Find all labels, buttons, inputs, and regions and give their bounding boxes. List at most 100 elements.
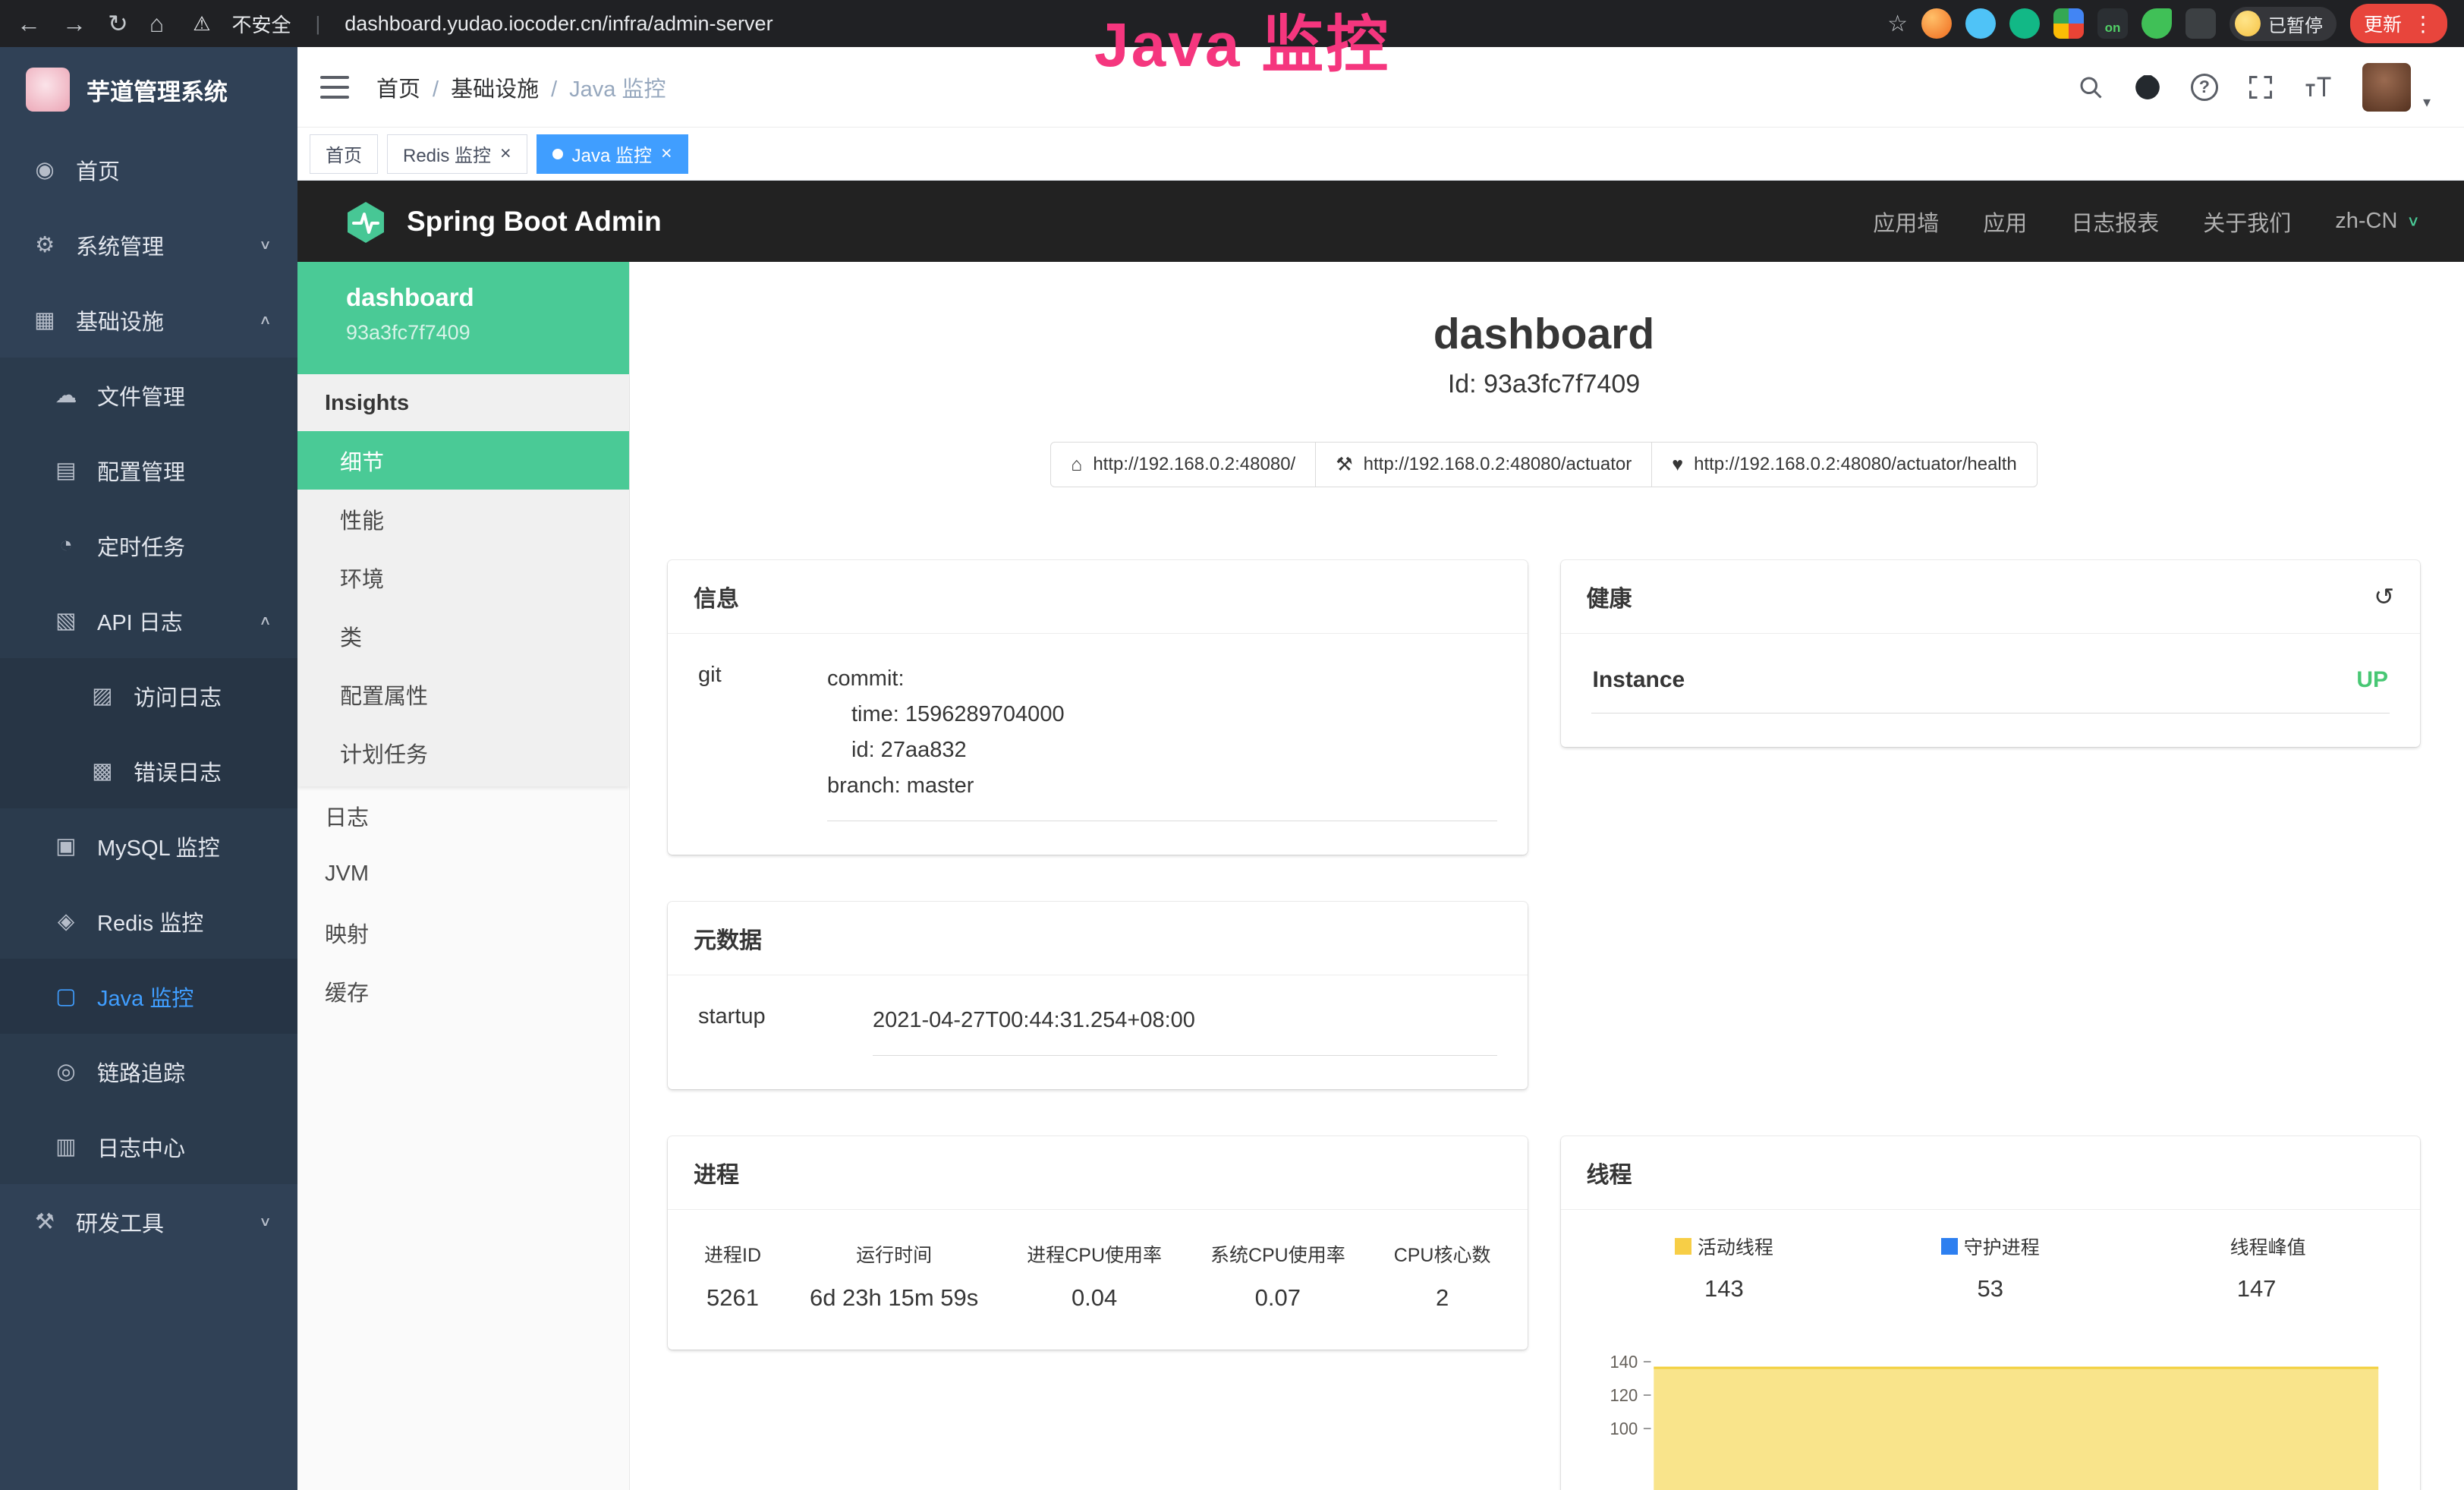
sba-sidebar-item[interactable]: 性能 — [297, 490, 629, 548]
browser-nav-controls: ← → ↻ ⌂ ⚠ 不安全 | dashboard.yudao.iocoder.… — [17, 9, 773, 38]
font-size-icon[interactable] — [2303, 74, 2333, 101]
view-tab[interactable]: Redis 监控 × — [387, 134, 527, 174]
extension-leaf-icon[interactable] — [2141, 8, 2172, 39]
view-tab[interactable]: 首页 — [310, 134, 378, 174]
info-card: 信息 git commit: — [668, 560, 1528, 855]
extension-green-icon[interactable] — [2009, 8, 2040, 39]
process-stat-value: 5261 — [704, 1284, 761, 1312]
instance-link-button[interactable]: ♥ http://192.168.0.2:48080/actuator/heal… — [1651, 442, 2038, 487]
history-icon[interactable]: ↺ — [2374, 582, 2394, 611]
menu-item-label: 访问日志 — [134, 680, 222, 712]
address-url[interactable]: dashboard.yudao.iocoder.cn/infra/admin-s… — [345, 12, 773, 36]
sba-sidebar-item[interactable]: 细节 — [297, 431, 629, 490]
instance-link-button[interactable]: ⌂ http://192.168.0.2:48080/ — [1050, 442, 1316, 487]
sba-sidebar-item[interactable]: 环境 — [297, 548, 629, 606]
info-value-line: commit: — [827, 661, 1497, 697]
process-card: 进程 进程ID 5261 — [668, 1136, 1528, 1350]
sba-sidebar-item[interactable]: 计划任务 — [297, 723, 629, 782]
extension-on-icon[interactable]: on — [2097, 8, 2128, 39]
help-icon[interactable]: ? — [2191, 74, 2218, 101]
view-tab[interactable]: Java 监控 × — [537, 134, 688, 174]
instance-link-button[interactable]: ⚒ http://192.168.0.2:48080/actuator — [1315, 442, 1652, 487]
metadata-card: 元数据 startup 2021-04-27T00:44:31.254+08:0… — [668, 902, 1528, 1089]
sba-body: dashboard 93a3fc7f7409 Insights 细节 性能 — [297, 262, 2464, 1490]
extension-puzzle-icon[interactable] — [2186, 8, 2216, 39]
search-icon[interactable] — [2077, 74, 2104, 101]
sidebar-menu-item[interactable]: ⚒ 研发工具 ∨ — [0, 1184, 297, 1259]
breadcrumb-item[interactable]: 基础设施 — [451, 71, 569, 103]
language-selector[interactable]: zh-CN ∨ — [2335, 209, 2420, 234]
extension-drop-icon[interactable] — [1965, 8, 1996, 39]
legend-value: 147 — [2208, 1275, 2306, 1303]
back-icon[interactable]: ← — [17, 10, 41, 38]
update-button[interactable]: 更新 ⋮ — [2350, 4, 2447, 43]
menu-item-label: 系统管理 — [76, 229, 164, 261]
avatar-caret-icon[interactable]: ▾ — [2423, 93, 2431, 112]
sidebar-menu-item[interactable]: ▣ MySQL 监控 — [0, 808, 297, 884]
instance-header[interactable]: dashboard 93a3fc7f7409 — [297, 262, 629, 374]
kebab-menu-icon[interactable]: ⋮ — [2412, 11, 2434, 36]
threads-chart: 140120100 — [1591, 1324, 2390, 1490]
sidebar-menu-item[interactable]: ▥ 日志中心 — [0, 1109, 297, 1184]
github-icon[interactable] — [2133, 73, 2162, 102]
sba-sidebar-item[interactable]: JVM — [297, 845, 629, 903]
sidebar-menu-item[interactable]: ◉ 首页 — [0, 132, 297, 207]
sidebar-menu-item[interactable]: ◎ 链路追踪 — [0, 1034, 297, 1109]
app-brand: 芋道管理系统 — [0, 47, 297, 132]
menu-item-icon: ◈ — [49, 908, 83, 934]
sba-sidebar: dashboard 93a3fc7f7409 Insights 细节 性能 — [297, 262, 630, 1490]
breadcrumb-item[interactable]: 首页 — [376, 71, 451, 103]
sidebar-menu-item[interactable]: ◔ 定时任务 — [0, 508, 297, 583]
bookmark-star-icon[interactable]: ☆ — [1887, 11, 1908, 37]
sba-nav-item[interactable]: 关于我们 — [2203, 206, 2291, 238]
menu-item-label: 基础设施 — [76, 304, 164, 336]
sidebar-menu-item[interactable]: ▤ 配置管理 — [0, 433, 297, 508]
hamburger-icon[interactable] — [320, 76, 349, 99]
sba-sidebar-item[interactable]: 缓存 — [297, 962, 629, 1020]
sidebar-menu-item[interactable]: ◈ Redis 监控 — [0, 884, 297, 959]
sba-content: dashboard Id: 93a3fc7f7409 ⌂ http://192.… — [630, 262, 2464, 1490]
breadcrumb-item[interactable]: Java 监控 — [569, 71, 666, 103]
menu-item-label: 链路追踪 — [97, 1056, 185, 1088]
link-label: http://192.168.0.2:48080/ — [1093, 454, 1295, 475]
app-shell: 芋道管理系统 ◉ 首页 ⚙ 系统管理 ∨ — [0, 47, 2464, 1490]
insights-section: Insights 细节 性能 环境 类 — [297, 374, 629, 786]
info-value: commit: time: 1596289704000 id: 27aa832 … — [827, 661, 1497, 821]
extension-fox-icon[interactable] — [1921, 8, 1952, 39]
legend-label: 守护进程 — [1964, 1233, 2040, 1260]
cards-grid: 信息 git commit: — [668, 560, 2420, 1490]
sba-nav-item[interactable]: 日志报表 — [2071, 206, 2159, 238]
sidebar-menu-item[interactable]: ▧ API 日志 ∧ — [0, 583, 297, 658]
sba-sidebar-item[interactable]: 类 — [297, 606, 629, 665]
profile-paused-badge[interactable]: 已暂停 — [2230, 7, 2337, 41]
process-stat-label: CPU核心数 — [1394, 1240, 1491, 1268]
extension-grid-icon[interactable] — [2053, 8, 2084, 39]
tab-close-icon[interactable]: × — [500, 144, 511, 163]
user-avatar[interactable] — [2362, 63, 2411, 112]
link-label: http://192.168.0.2:48080/actuator/health — [1694, 454, 2017, 475]
app-menu: ◉ 首页 ⚙ 系统管理 ∨ ▦ 基础设施 ∧ — [0, 132, 297, 1490]
reload-icon[interactable]: ↻ — [108, 9, 128, 38]
browser-home-icon[interactable]: ⌂ — [149, 10, 164, 38]
sba-nav-item[interactable]: 应用墙 — [1873, 206, 1939, 238]
sba-brand-title[interactable]: Spring Boot Admin — [407, 206, 662, 238]
sba-sidebar-item[interactable]: 映射 — [297, 903, 629, 962]
sidebar-menu-item[interactable]: ▢ Java 监控 — [0, 959, 297, 1034]
tab-close-icon[interactable]: × — [661, 144, 672, 163]
sidebar-menu-item[interactable]: ☁ 文件管理 — [0, 358, 297, 433]
health-card-title: 健康 — [1587, 580, 1632, 613]
paused-label: 已暂停 — [2268, 11, 2323, 37]
sba-nav-item[interactable]: 应用 — [1983, 206, 2027, 238]
language-label: zh-CN — [2335, 209, 2397, 234]
fullscreen-icon[interactable] — [2247, 74, 2274, 101]
sidebar-menu-item[interactable]: ▦ 基础设施 ∧ — [0, 282, 297, 358]
menu-item-icon: ◔ — [49, 533, 83, 558]
menu-item-icon: ▨ — [85, 682, 120, 709]
sidebar-menu-item[interactable]: ▨ 访问日志 — [0, 658, 297, 733]
forward-icon[interactable]: → — [62, 10, 87, 38]
sidebar-menu-item[interactable]: ⚙ 系统管理 ∨ — [0, 207, 297, 282]
sidebar-menu-item[interactable]: ▩ 错误日志 — [0, 733, 297, 808]
not-secure-icon[interactable]: ⚠ — [193, 12, 210, 36]
sba-sidebar-item[interactable]: 日志 — [297, 786, 629, 845]
sba-sidebar-item[interactable]: 配置属性 — [297, 665, 629, 723]
